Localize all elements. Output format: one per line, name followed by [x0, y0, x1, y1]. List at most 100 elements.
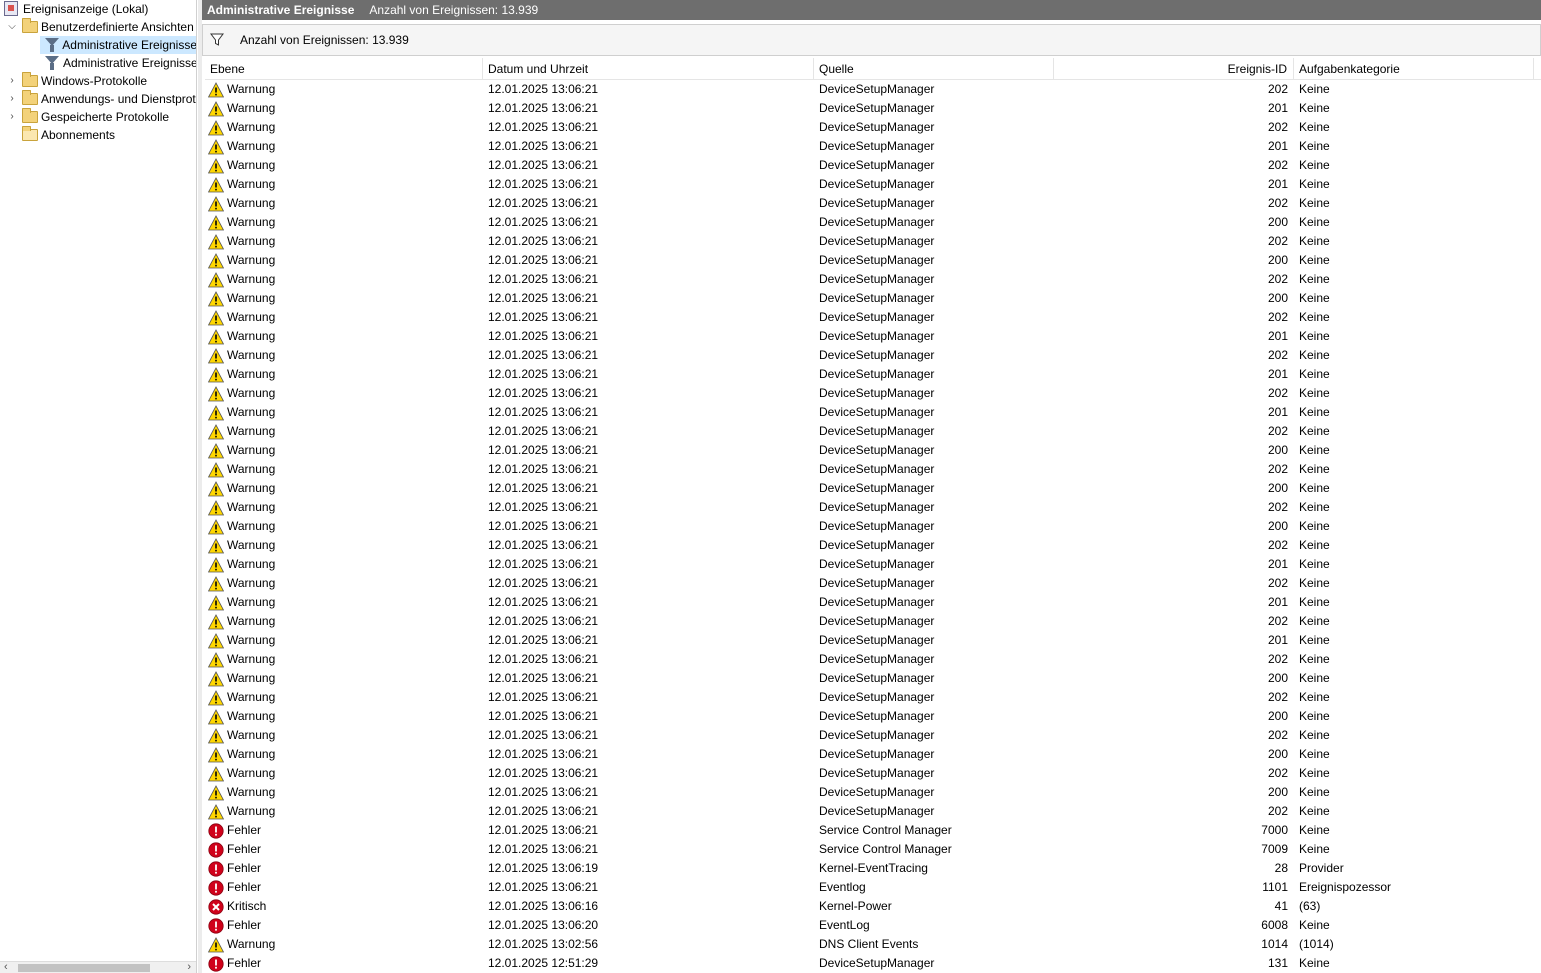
cell-source: Eventlog [819, 880, 866, 894]
table-row[interactable]: Warnung 12.01.2025 13:06:21 DeviceSetupMan… [205, 137, 1541, 156]
table-row[interactable]: Warnung 12.01.2025 13:06:21 DeviceSetupMan… [205, 536, 1541, 555]
cell-source: DeviceSetupManager [819, 101, 935, 115]
table-row[interactable]: Warnung 12.01.2025 13:06:21 DeviceSetupMan… [205, 669, 1541, 688]
cell-date: 12.01.2025 13:06:21 [488, 215, 599, 229]
table-body: Warnung 12.01.2025 13:06:21 DeviceSetupMan… [205, 80, 1541, 973]
tree-item-custom-views[interactable]: ⌵ Benutzerdefinierte Ansichten [6, 18, 194, 36]
column-header-source[interactable]: Quelle [814, 58, 1054, 80]
tree-root[interactable]: Ereignisanzeige (Lokal) [4, 0, 148, 18]
table-row[interactable]: Warnung 12.01.2025 13:02:56 DNS Client Eve… [205, 935, 1541, 954]
table-row[interactable]: Warnung 12.01.2025 13:06:21 DeviceSetupMan… [205, 460, 1541, 479]
table-row[interactable]: Warnung 12.01.2025 13:06:21 DeviceSetupMan… [205, 175, 1541, 194]
table-row[interactable]: Warnung 12.01.2025 13:06:21 DeviceSetupMan… [205, 498, 1541, 517]
warning-icon [208, 404, 227, 421]
table-row[interactable]: Warnung 12.01.2025 13:06:21 DeviceSetupMan… [205, 650, 1541, 669]
chevron-down-icon[interactable]: ⌵ [6, 18, 18, 36]
table-row[interactable]: Warnung 12.01.2025 13:06:21 DeviceSetupMan… [205, 289, 1541, 308]
table-row[interactable]: Warnung 12.01.2025 13:06:21 DeviceSetupMan… [205, 726, 1541, 745]
table-row[interactable]: Warnung 12.01.2025 13:06:21 DeviceSetupMan… [205, 99, 1541, 118]
column-header-level[interactable]: Ebene [205, 58, 483, 80]
table-row[interactable]: Warnung 12.01.2025 13:06:21 DeviceSetupMan… [205, 194, 1541, 213]
scrollbar-thumb[interactable] [18, 964, 150, 972]
cell-level: Warnung [205, 156, 483, 175]
table-row[interactable]: Warnung 12.01.2025 13:06:21 DeviceSetupMan… [205, 327, 1541, 346]
cell-event-id: 202 [1267, 196, 1288, 210]
column-header-date[interactable]: Datum und Uhrzeit [483, 58, 814, 80]
cell-task-category: Keine [1299, 177, 1330, 191]
cell-event-id: 202 [1267, 652, 1288, 666]
table-row[interactable]: Warnung 12.01.2025 13:06:21 DeviceSetupMan… [205, 251, 1541, 270]
table-row[interactable]: Warnung 12.01.2025 13:06:21 DeviceSetupMan… [205, 118, 1541, 137]
table-row[interactable]: Warnung 12.01.2025 13:06:21 DeviceSetupMan… [205, 384, 1541, 403]
tree-item-admin-view-1[interactable]: Administrative Ereignisse [40, 36, 196, 54]
cell-task-category: (63) [1299, 899, 1321, 913]
table-row[interactable]: Warnung 12.01.2025 13:06:21 DeviceSetupMan… [205, 783, 1541, 802]
cell-source: DeviceSetupManager [819, 671, 935, 685]
level-text: Warnung [227, 253, 276, 267]
cell-task-category: Provider [1299, 861, 1344, 875]
tree-item-label: Anwendungs- und Dienstprotokolle [41, 92, 196, 106]
column-header-task-category[interactable]: Aufgabenkategorie [1294, 58, 1534, 80]
table-row[interactable]: Warnung 12.01.2025 13:06:21 DeviceSetupMan… [205, 346, 1541, 365]
warning-icon [208, 803, 227, 820]
table-row[interactable]: Warnung 12.01.2025 13:06:21 DeviceSetupMan… [205, 764, 1541, 783]
table-row[interactable]: Kritisch 12.01.2025 13:06:16 Kernel-Power 4… [205, 897, 1541, 916]
table-row[interactable]: Warnung 12.01.2025 13:06:21 DeviceSetupMan… [205, 612, 1541, 631]
table-row[interactable]: Warnung 12.01.2025 13:06:21 DeviceSetupMan… [205, 213, 1541, 232]
table-row[interactable]: Warnung 12.01.2025 13:06:21 DeviceSetupMan… [205, 574, 1541, 593]
table-row[interactable]: Warnung 12.01.2025 13:06:21 DeviceSetupMan… [205, 403, 1541, 422]
scroll-right-icon[interactable]: › [187, 961, 191, 973]
table-row[interactable]: Fehler 12.01.2025 13:06:21 Eventlog 1101 Ere… [205, 878, 1541, 897]
cell-event-id: 201 [1267, 101, 1288, 115]
table-row[interactable]: Warnung 12.01.2025 13:06:21 DeviceSetupMan… [205, 232, 1541, 251]
table-row[interactable]: Warnung 12.01.2025 13:06:21 DeviceSetupMan… [205, 365, 1541, 384]
warning-icon [208, 670, 227, 687]
table-row[interactable]: Warnung 12.01.2025 13:06:21 DeviceSetupMan… [205, 593, 1541, 612]
table-row[interactable]: Warnung 12.01.2025 13:06:21 DeviceSetupMan… [205, 688, 1541, 707]
scroll-left-icon[interactable]: ‹ [4, 961, 8, 973]
level-text: Fehler [227, 880, 262, 894]
table-row[interactable]: Warnung 12.01.2025 13:06:21 DeviceSetupMan… [205, 745, 1541, 764]
column-header-event-id[interactable]: Ereignis-ID [1054, 58, 1294, 80]
cell-date: 12.01.2025 13:06:21 [488, 500, 599, 514]
cell-level: Fehler [205, 878, 483, 897]
chevron-right-icon[interactable]: › [6, 72, 18, 90]
chevron-right-icon[interactable]: › [6, 108, 18, 126]
cell-source: DeviceSetupManager [819, 690, 935, 704]
table-row[interactable]: Warnung 12.01.2025 13:06:21 DeviceSetupMan… [205, 802, 1541, 821]
cell-event-id: 200 [1267, 709, 1288, 723]
cell-date: 12.01.2025 13:06:19 [488, 861, 599, 875]
tree-item-windows-logs[interactable]: › Windows-Protokolle [6, 72, 147, 90]
filter-icon [210, 33, 224, 47]
table-row[interactable]: Fehler 12.01.2025 13:06:21 Service Control… [205, 840, 1541, 859]
table-row[interactable]: Warnung 12.01.2025 13:06:21 DeviceSetupMan… [205, 422, 1541, 441]
table-row[interactable]: Warnung 12.01.2025 13:06:21 DeviceSetupMan… [205, 156, 1541, 175]
table-row[interactable]: Warnung 12.01.2025 13:06:21 DeviceSetupMan… [205, 479, 1541, 498]
cell-source: DeviceSetupManager [819, 234, 935, 248]
table-row[interactable]: Warnung 12.01.2025 13:06:21 DeviceSetupMan… [205, 441, 1541, 460]
warning-icon [208, 290, 227, 307]
table-row[interactable]: Warnung 12.01.2025 13:06:21 DeviceSetupMan… [205, 308, 1541, 327]
table-row[interactable]: Warnung 12.01.2025 13:06:21 DeviceSetupMan… [205, 631, 1541, 650]
table-row[interactable]: Warnung 12.01.2025 13:06:21 DeviceSetupMan… [205, 270, 1541, 289]
table-row[interactable]: Warnung 12.01.2025 13:06:21 DeviceSetupMan… [205, 707, 1541, 726]
cell-event-id: 202 [1267, 386, 1288, 400]
cell-task-category: Keine [1299, 747, 1330, 761]
tree-item-admin-view-2[interactable]: Administrative Ereignisse [40, 54, 196, 72]
table-row[interactable]: Fehler 12.01.2025 12:51:29 DeviceSetupMana… [205, 954, 1541, 973]
tree-item-app-service-logs[interactable]: › Anwendungs- und Dienstprotokolle [6, 90, 196, 108]
table-row[interactable]: Fehler 12.01.2025 13:06:19 Kernel-EventTra… [205, 859, 1541, 878]
tree-horizontal-scrollbar[interactable]: ‹ › [0, 961, 196, 973]
table-row[interactable]: Warnung 12.01.2025 13:06:21 DeviceSetupMan… [205, 517, 1541, 536]
cell-source: DeviceSetupManager [819, 481, 935, 495]
table-row[interactable]: Warnung 12.01.2025 13:06:21 DeviceSetupMan… [205, 555, 1541, 574]
cell-date: 12.01.2025 13:02:56 [488, 937, 599, 951]
table-row[interactable]: Fehler 12.01.2025 13:06:21 Service Control… [205, 821, 1541, 840]
table-row[interactable]: Fehler 12.01.2025 13:06:20 EventLog 6008 Kei… [205, 916, 1541, 935]
tree-item-saved-logs[interactable]: › Gespeicherte Protokolle [6, 108, 169, 126]
warning-icon [208, 518, 227, 535]
tree-item-subscriptions[interactable]: Abonnements [18, 126, 115, 144]
table-row[interactable]: Warnung 12.01.2025 13:06:21 DeviceSetupMan… [205, 80, 1541, 99]
chevron-right-icon[interactable]: › [6, 90, 18, 108]
cell-date: 12.01.2025 13:06:21 [488, 329, 599, 343]
